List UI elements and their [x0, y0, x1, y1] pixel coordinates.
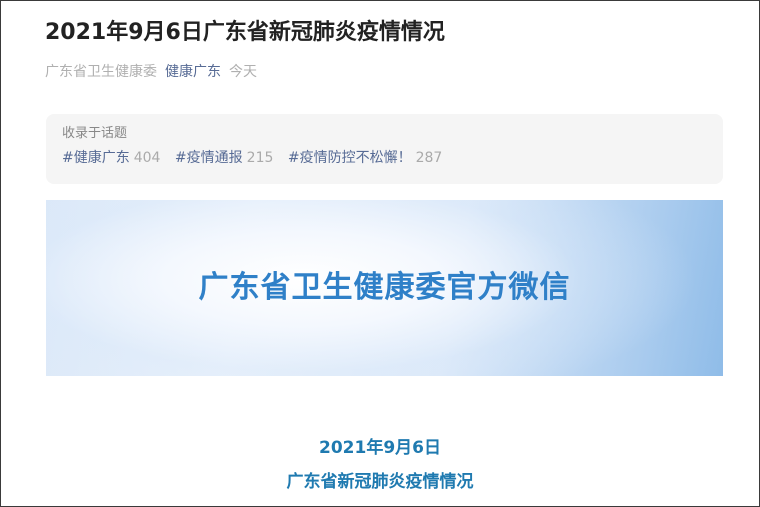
article-page: 2021年9月6日广东省新冠肺炎疫情情况 广东省卫生健康委 健康广东 今天 收录于话… — [0, 0, 760, 507]
content-title-heading: 广东省新冠肺炎疫情情况 — [286, 472, 474, 492]
topic-name: #健康广东 — [62, 150, 130, 166]
topic-tag-fangkong[interactable]: #疫情防控不松懈！ 287 — [288, 148, 442, 168]
topic-tag-jiankang-guangdong[interactable]: #健康广东 404 — [62, 148, 160, 168]
banner-text: 广东省卫生健康委官方微信 — [198, 270, 571, 305]
topic-name: #疫情防控不松懈！ — [287, 150, 412, 166]
publish-date: 今天 — [229, 64, 257, 80]
content-date-heading: 2021年9月6日 — [319, 438, 441, 458]
banner-image: 广东省卫生健康委官方微信 — [46, 200, 723, 376]
article-source: 广东省卫生健康委 — [45, 64, 157, 80]
topic-count: 287 — [415, 150, 443, 166]
topics-box: 收录于话题 #健康广东 404 #疫情通报 215 #疫情防控不松懈！ 287 — [46, 114, 723, 184]
topic-count: 404 — [133, 150, 161, 166]
topic-tag-yiqing-tongbao[interactable]: #疫情通报 215 — [175, 148, 273, 168]
topic-count: 215 — [246, 150, 274, 166]
article-title: 2021年9月6日广东省新冠肺炎疫情情况 — [45, 20, 445, 45]
topics-label: 收录于话题 — [62, 126, 128, 141]
article-meta: 广东省卫生健康委 健康广东 今天 — [45, 61, 257, 83]
topic-name: #疫情通报 — [174, 150, 243, 166]
author-link[interactable]: 健康广东 — [165, 64, 221, 80]
topic-list: #健康广东 404 #疫情通报 215 #疫情防控不松懈！ 287 — [62, 148, 707, 168]
